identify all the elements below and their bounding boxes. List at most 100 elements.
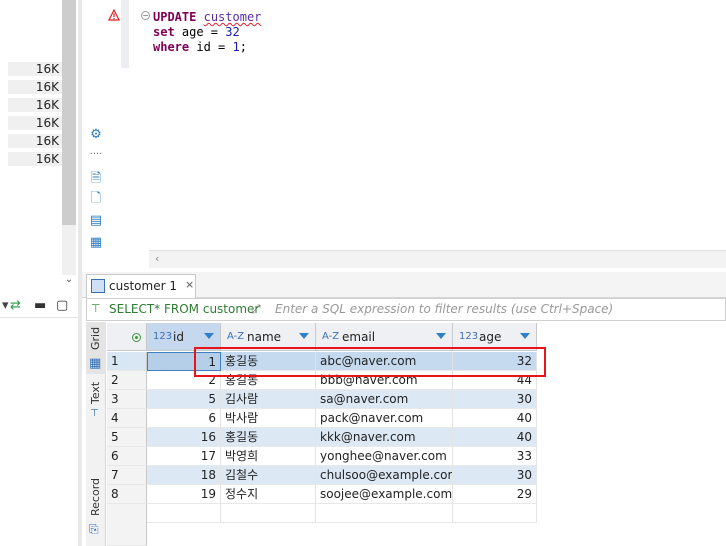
row-number-header[interactable] bbox=[107, 323, 147, 351]
cell-age[interactable]: 30 bbox=[453, 390, 537, 409]
cell-email[interactable]: kkk@naver.com bbox=[316, 428, 453, 447]
file-size-cell: 16K bbox=[8, 98, 62, 112]
script-document-icon[interactable]: ▤ bbox=[88, 213, 104, 229]
row-number[interactable]: 3 bbox=[107, 390, 147, 409]
editor-current-line-ruler bbox=[121, 0, 129, 68]
cell-id[interactable]: 6 bbox=[147, 409, 221, 428]
dropdown-arrow-icon[interactable]: ▾ bbox=[2, 298, 9, 314]
cell-name[interactable]: 김사람 bbox=[221, 390, 316, 409]
cell-id[interactable]: 5 bbox=[147, 390, 221, 409]
cell-id[interactable]: 17 bbox=[147, 447, 221, 466]
filter-icon[interactable]: ⊤ bbox=[91, 302, 101, 315]
empty-cell bbox=[147, 504, 221, 523]
fold-toggle-icon[interactable]: − bbox=[141, 11, 150, 20]
document-error-icon[interactable]: 🗋 bbox=[88, 191, 104, 207]
cell-name[interactable]: 김철수 bbox=[221, 466, 316, 485]
left-panel-lower-area bbox=[0, 319, 78, 546]
editor-side-toolbar: ⚙ ···· 🗎 🗋 ▤ ▦ bbox=[84, 125, 108, 265]
sql-text: ; bbox=[239, 40, 247, 54]
file-size-cell: 16K bbox=[8, 80, 62, 94]
empty-cell bbox=[221, 504, 316, 523]
row-number[interactable]: 4 bbox=[107, 409, 147, 428]
row-number[interactable]: 8 bbox=[107, 485, 147, 504]
row-number[interactable]: 2 bbox=[107, 371, 147, 390]
tab-record-view[interactable]: Record ⎘ bbox=[86, 472, 106, 546]
outline-structure-icon[interactable]: ▦ bbox=[88, 235, 104, 251]
row-selector-icon bbox=[132, 333, 141, 342]
cell-email[interactable]: chulsoo@example.com bbox=[316, 466, 453, 485]
cell-age[interactable]: 29 bbox=[453, 485, 537, 504]
code-line-2: set age = 32 bbox=[153, 25, 240, 40]
cell-email[interactable]: sa@naver.com bbox=[316, 390, 453, 409]
tab-text-view[interactable]: Text ⊤ bbox=[86, 378, 106, 436]
export-document-icon[interactable]: 🗎 bbox=[88, 171, 104, 187]
cell-age[interactable]: 30 bbox=[453, 466, 537, 485]
sort-dropdown-icon[interactable] bbox=[436, 333, 446, 339]
table-row[interactable]: 5 16 홍길동 kkk@naver.com 40 bbox=[107, 428, 537, 447]
row-number[interactable]: 5 bbox=[107, 428, 147, 447]
table-grid-icon bbox=[91, 279, 105, 293]
settings-gear-icon[interactable]: ⚙ bbox=[88, 127, 104, 143]
row-number-empty bbox=[107, 504, 147, 546]
cell-name[interactable]: 홍길동 bbox=[221, 428, 316, 447]
close-tab-icon[interactable]: × bbox=[185, 278, 194, 291]
sql-text: id = bbox=[189, 40, 233, 54]
cell-email[interactable]: soojee@example.com bbox=[316, 485, 453, 504]
left-panel-scrollbar-track[interactable] bbox=[62, 225, 76, 275]
result-view-switcher: Grid ▦ Text ⊤ Record ⎘ bbox=[86, 322, 106, 546]
table-row[interactable]: 8 19 정수지 soojee@example.com 29 bbox=[107, 485, 537, 504]
sort-dropdown-icon[interactable] bbox=[299, 333, 309, 339]
empty-cell bbox=[453, 504, 537, 523]
filter-expression-input[interactable]: Enter a SQL expression to filter results… bbox=[275, 302, 613, 316]
file-size-cell: 16K bbox=[8, 152, 62, 166]
text-view-icon: ⊤ bbox=[90, 408, 99, 419]
minimize-icon[interactable]: ▬ bbox=[34, 298, 46, 314]
expand-filter-icon[interactable]: ⤢ bbox=[251, 302, 261, 317]
editor-horizontal-scrollbar[interactable]: ‹ bbox=[149, 250, 726, 268]
cell-age[interactable]: 33 bbox=[453, 447, 537, 466]
table-row[interactable]: 7 18 김철수 chulsoo@example.com 30 bbox=[107, 466, 537, 485]
sync-arrows-icon[interactable]: ⇄ bbox=[10, 298, 21, 314]
row-number[interactable]: 6 bbox=[107, 447, 147, 466]
sql-keyword: set bbox=[153, 25, 175, 39]
left-panel-scrollbar-thumb[interactable] bbox=[62, 0, 76, 225]
cell-email[interactable]: yonghee@naver.com bbox=[316, 447, 453, 466]
cell-id[interactable]: 18 bbox=[147, 466, 221, 485]
sort-dropdown-icon[interactable] bbox=[204, 333, 214, 339]
text-type-icon: A-Z bbox=[322, 331, 340, 342]
filter-sql-query[interactable]: SELECT* FROM customer bbox=[109, 302, 259, 316]
cell-age[interactable]: 40 bbox=[453, 428, 537, 447]
row-number[interactable]: 1 bbox=[107, 352, 147, 371]
warning-icon[interactable] bbox=[108, 9, 120, 21]
cell-name[interactable]: 정수지 bbox=[221, 485, 316, 504]
cell-id[interactable]: 16 bbox=[147, 428, 221, 447]
scroll-left-arrow-icon[interactable]: ‹ bbox=[155, 252, 159, 265]
sql-number: 32 bbox=[225, 25, 240, 39]
tab-grid-view[interactable]: Grid ▦ bbox=[86, 322, 106, 374]
sql-text: age = bbox=[174, 25, 226, 39]
column-name: age bbox=[479, 330, 502, 344]
empty-cell bbox=[316, 504, 453, 523]
column-name: email bbox=[342, 330, 376, 344]
cell-name[interactable]: 박영희 bbox=[221, 447, 316, 466]
row-number[interactable]: 7 bbox=[107, 466, 147, 485]
sort-dropdown-icon[interactable] bbox=[520, 333, 530, 339]
sql-table-name: customer bbox=[203, 10, 262, 24]
text-type-icon: A-Z bbox=[227, 331, 245, 342]
cell-name[interactable]: 박사람 bbox=[221, 409, 316, 428]
code-line-1: UPDATE customer bbox=[153, 10, 261, 25]
table-row[interactable]: 4 6 박사람 pack@naver.com 40 bbox=[107, 409, 537, 428]
code-line-3: where id = 1; bbox=[153, 40, 247, 55]
record-view-icon: ⎘ bbox=[89, 522, 99, 536]
more-dots-icon[interactable]: ···· bbox=[88, 147, 104, 163]
tab-customer-results[interactable]: customer 1 × bbox=[86, 274, 196, 298]
results-filter-bar: ⊤ SELECT* FROM customer ⤢ Enter a SQL ex… bbox=[86, 298, 726, 321]
maximize-icon[interactable]: ▢ bbox=[56, 298, 68, 314]
cell-id[interactable]: 19 bbox=[147, 485, 221, 504]
scroll-down-arrow-icon[interactable]: ⌄ bbox=[62, 273, 76, 287]
cell-age[interactable]: 40 bbox=[453, 409, 537, 428]
cell-email[interactable]: pack@naver.com bbox=[316, 409, 453, 428]
table-row[interactable]: 6 17 박영희 yonghee@naver.com 33 bbox=[107, 447, 537, 466]
table-row[interactable]: 3 5 김사람 sa@naver.com 30 bbox=[107, 390, 537, 409]
sql-keyword: where bbox=[153, 40, 190, 54]
